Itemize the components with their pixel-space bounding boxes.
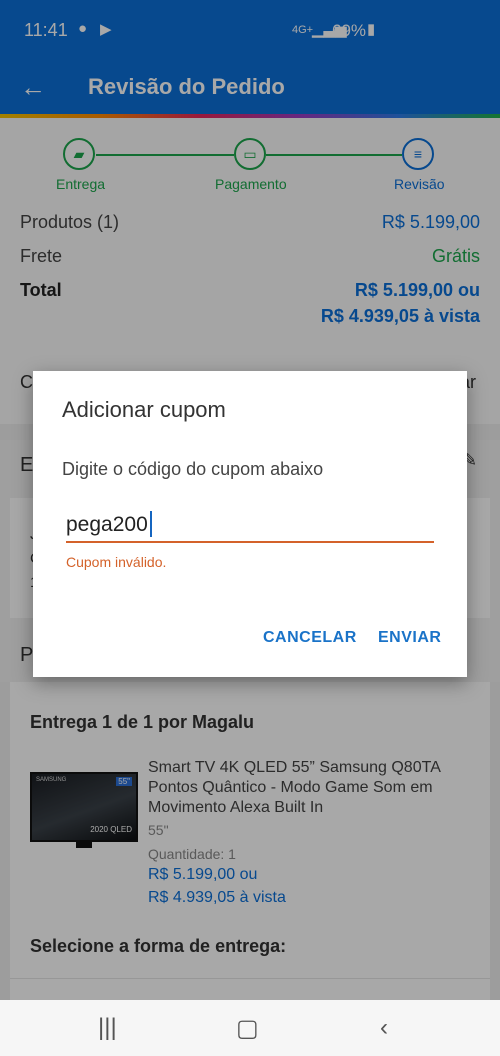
send-button[interactable]: ENVIAR (378, 629, 441, 647)
dialog-message: Digite o código do cupom abaixo (62, 459, 324, 479)
coupon-dialog: Adicionar cupom Digite o código do cupom… (33, 371, 467, 677)
coupon-error: Cupom inválido. (66, 554, 167, 570)
back-nav-icon[interactable]: ‹ (380, 1014, 388, 1042)
recent-apps-icon[interactable]: ||| (98, 1014, 117, 1042)
dialog-title: Adicionar cupom (62, 397, 226, 422)
home-icon[interactable]: ▢ (236, 1014, 259, 1043)
text-cursor (150, 511, 152, 537)
cancel-button[interactable]: CANCELAR (263, 629, 357, 647)
coupon-input[interactable] (66, 509, 434, 543)
system-nav-bar: ||| ▢ ‹ (0, 1000, 500, 1056)
